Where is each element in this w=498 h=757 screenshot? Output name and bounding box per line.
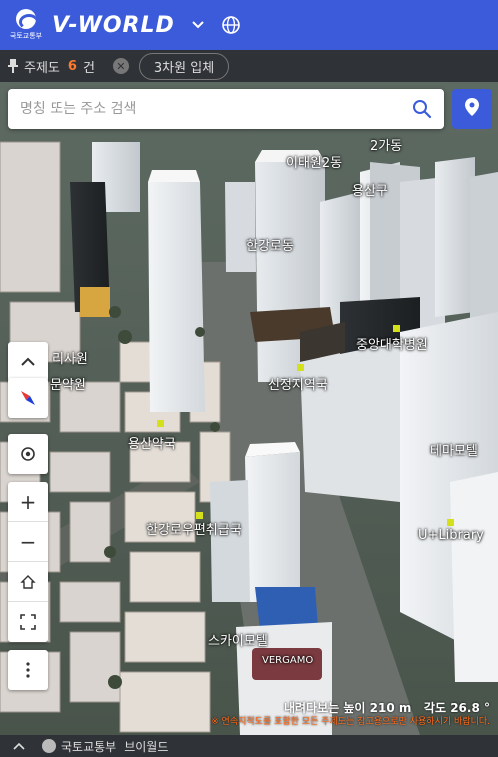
map-label-risawon: 리사원 xyxy=(52,352,88,367)
taegeuk-icon xyxy=(16,9,36,29)
zoom-out-button[interactable]: − xyxy=(8,522,48,562)
topic-count: 6 xyxy=(67,58,77,74)
tower-sky xyxy=(245,452,300,602)
pin-icon xyxy=(8,59,18,73)
compass-control xyxy=(8,378,48,418)
topic-label: 주제도 xyxy=(24,60,60,76)
zoom-in-button[interactable]: + xyxy=(8,482,48,522)
map-label-vergamo: VERGAMO xyxy=(262,655,314,666)
home-icon xyxy=(20,574,36,589)
map-label-sky-motel: 스카이모텔 xyxy=(208,634,268,649)
disclaimer-text: ※ 연속지적도를 포함한 모든 주제도는 참고용으로만 사용하시기 바랍니다. xyxy=(211,717,490,727)
target-icon xyxy=(21,447,35,461)
collapse-control xyxy=(8,342,48,382)
fullscreen-button[interactable] xyxy=(8,602,48,642)
tower-center-left xyxy=(148,182,205,412)
footer-org: 국토교통부 xyxy=(61,739,117,754)
map-3d-view[interactable]: 이태원2동 한강로동 용산구 중앙대학병원 신정지역국 테마모텔 U+Libra… xyxy=(0,82,498,735)
location-pin-icon xyxy=(465,98,479,120)
search-input[interactable] xyxy=(20,101,412,117)
search-box xyxy=(8,89,444,129)
collapse-up-button[interactable] xyxy=(8,342,48,382)
search-icon[interactable] xyxy=(412,99,432,119)
tower-group xyxy=(225,182,256,272)
compass-button[interactable] xyxy=(8,378,48,418)
map-label-sinjeong: 신정지역국 xyxy=(268,378,328,393)
location-button[interactable] xyxy=(452,89,492,129)
chevron-up-icon[interactable] xyxy=(12,742,26,750)
map-label-yongsan-gu: 용산구 xyxy=(352,184,388,199)
globe-icon[interactable] xyxy=(221,15,241,35)
map-label-chungang-hospital: 중앙대학병원 xyxy=(356,338,428,353)
my-location-control xyxy=(8,434,48,474)
fullscreen-icon xyxy=(20,614,36,630)
vworld-logo[interactable]: V-WORLD xyxy=(52,13,175,38)
angle-label: 각도 xyxy=(423,701,447,715)
map-label-itaewon: 이태원2동 xyxy=(286,156,343,171)
topic-bar: 주제도 6 건 ✕ 3차원 입체 xyxy=(0,50,498,82)
clear-topics-icon[interactable]: ✕ xyxy=(112,58,129,74)
chevron-down-icon[interactable] xyxy=(191,18,205,32)
emblem-label: 국토교통부 xyxy=(9,32,43,40)
chevron-up-icon xyxy=(21,357,35,366)
map-label-ulibrary: U+Library xyxy=(418,528,484,543)
map-label-post-office: 한강로우편취급국 xyxy=(146,523,242,538)
footer-brand: 브이월드 xyxy=(124,739,169,754)
more-vertical-icon xyxy=(26,662,30,678)
ministry-emblem[interactable]: 국토교통부 xyxy=(10,5,42,45)
angle-value: 26.8 ° xyxy=(450,701,490,715)
ministry-mini-icon xyxy=(42,739,56,753)
map-label-hangangro: 한강로동 xyxy=(246,239,294,254)
map-label-tema-motel: 테마모텔 xyxy=(430,444,478,459)
topic-unit: 건 xyxy=(82,60,95,76)
my-location-button[interactable] xyxy=(8,434,48,474)
height-value: 210 m xyxy=(369,701,412,715)
home-button[interactable] xyxy=(8,562,48,602)
map-tools-control: + − xyxy=(8,482,48,642)
height-label: 내려다보는 높이 xyxy=(283,701,366,715)
more-control xyxy=(8,650,48,690)
footer-bar: 국토교통부 브이월드 xyxy=(0,735,498,757)
topic-chip-3d[interactable]: 3차원 입체 xyxy=(138,52,230,80)
compass-icon xyxy=(21,391,35,405)
map-label-munyakwon: 문약원 xyxy=(50,378,86,393)
map-label-2gadong: 2가동 xyxy=(370,139,403,154)
map-label-pharmacy: 용산약국 xyxy=(128,437,176,452)
more-button[interactable] xyxy=(8,650,48,690)
app-header: 국토교통부 V-WORLD xyxy=(0,0,498,50)
